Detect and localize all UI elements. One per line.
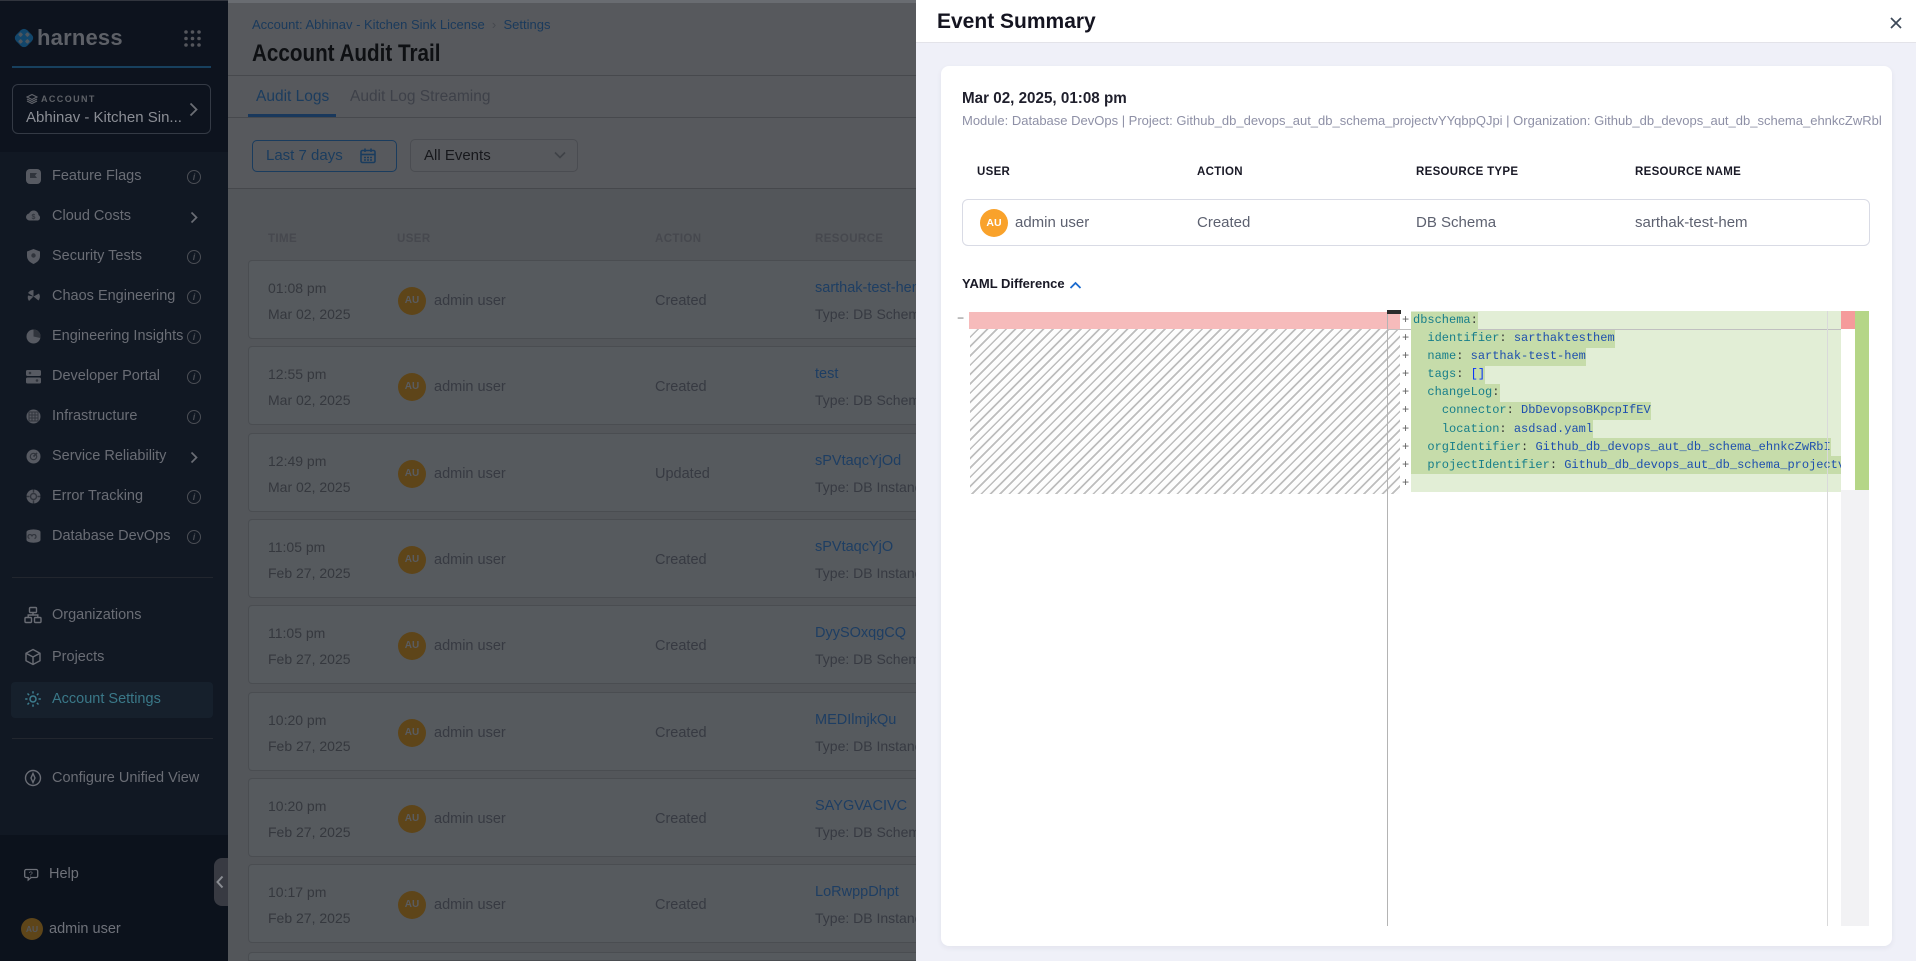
svg-text:?: ? [29, 869, 33, 878]
svg-text:$: $ [32, 214, 36, 221]
